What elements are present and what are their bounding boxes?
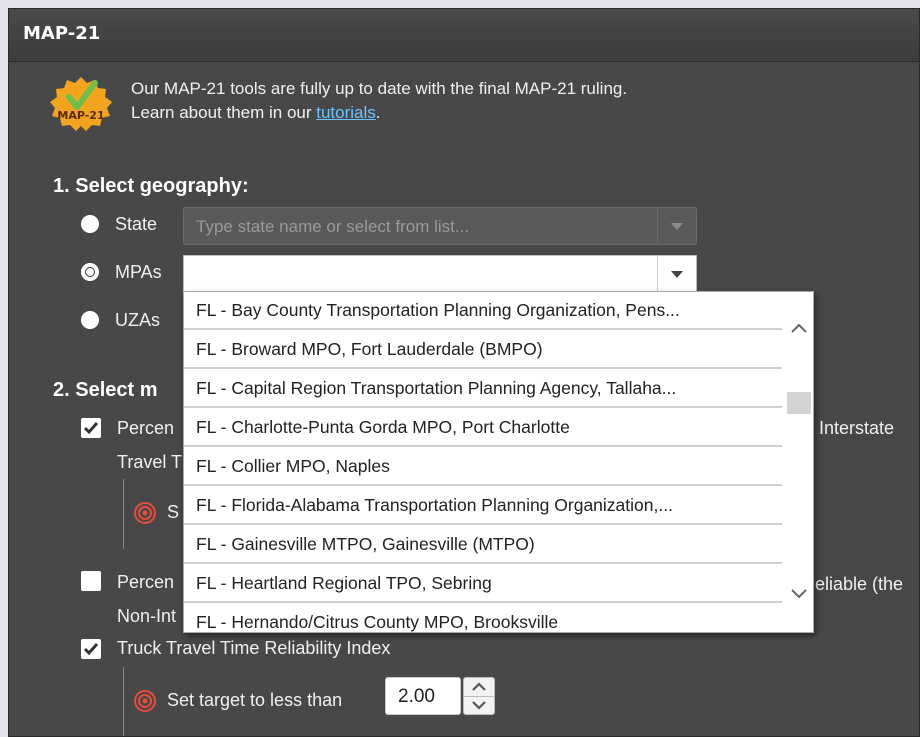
chevron-up-icon — [472, 682, 486, 691]
dropdown-item[interactable]: FL - Charlotte-Punta Gorda MPO, Port Cha… — [184, 409, 782, 447]
measure2-label-line2: Non-Int — [117, 606, 177, 626]
dropdown-item[interactable]: FL - Collier MPO, Naples — [184, 448, 782, 486]
radio-mpas-label: MPAs — [115, 261, 162, 282]
radio-state-label: State — [115, 213, 158, 234]
measure2-label-end: eliable (the — [815, 574, 904, 594]
notice-line2-prefix: Learn about them in our — [131, 103, 317, 122]
measure1-checkbox[interactable] — [81, 418, 101, 438]
measure2-checkbox[interactable] — [81, 571, 101, 591]
radio-state[interactable]: State — [81, 209, 157, 239]
mpa-dropdown-button[interactable] — [657, 256, 696, 292]
radio-mpas-button[interactable] — [81, 263, 99, 281]
chevron-down-icon — [472, 701, 486, 710]
notice-text: Our MAP-21 tools are fully up to date wi… — [131, 77, 627, 125]
measure3-divider — [123, 667, 124, 736]
state-dropdown-button[interactable] — [657, 208, 696, 244]
dropdown-item[interactable]: FL - Broward MPO, Fort Lauderdale (BMPO) — [184, 331, 782, 369]
mpa-input[interactable] — [183, 255, 697, 293]
dropdown-item[interactable]: FL - Florida-Alabama Transportation Plan… — [184, 487, 782, 525]
target-icon — [134, 502, 156, 524]
target-icon — [134, 690, 156, 712]
measure1-label-end: Interstate — [819, 418, 895, 438]
notice-line1: Our MAP-21 tools are fully up to date wi… — [131, 79, 628, 98]
dropdown-item[interactable]: FL - Gainesville MTPO, Gainesville (MTPO… — [184, 526, 782, 564]
target1-label-start: S — [167, 502, 180, 522]
checkmark-icon — [83, 643, 99, 656]
badge-label: MAP-21 — [57, 109, 104, 122]
radio-mpas[interactable]: MPAs — [81, 257, 162, 287]
panel-title: MAP-21 — [23, 23, 101, 44]
section1-title: 1. Select geography: — [53, 175, 249, 197]
map21-panel: MAP-21 MAP-21 Our MAP-21 tools are fully… — [8, 8, 920, 737]
dropdown-item[interactable]: FL - Capital Region Transportation Plann… — [184, 370, 782, 408]
radio-uzas-label: UZAs — [115, 309, 160, 330]
chevron-down-icon — [671, 223, 683, 230]
map21-badge-icon: MAP-21 — [50, 77, 112, 131]
radio-uzas-button[interactable] — [81, 311, 99, 329]
scrollbar-thumb[interactable] — [787, 392, 811, 414]
chevron-down-icon[interactable] — [790, 588, 808, 600]
dropdown-item[interactable]: FL - Bay County Transportation Planning … — [184, 292, 782, 330]
dropdown-item[interactable]: FL - Heartland Regional TPO, Sebring — [184, 565, 782, 603]
spinner-down-button[interactable] — [464, 696, 494, 714]
target3-spinner[interactable] — [463, 677, 495, 715]
target3-label: Set target to less than — [167, 690, 343, 710]
dropdown-scrollbar[interactable] — [785, 292, 813, 632]
target3-value-input[interactable]: 2.00 — [385, 677, 461, 715]
radio-state-button[interactable] — [81, 215, 99, 233]
section2-title: 2. Select m — [53, 379, 158, 401]
state-input-placeholder: Type state name or select from list... — [196, 217, 470, 236]
measure3-checkbox[interactable] — [81, 639, 101, 659]
spinner-up-button[interactable] — [464, 678, 494, 697]
checkmark-icon — [83, 422, 99, 435]
state-input[interactable]: Type state name or select from list... — [183, 207, 697, 245]
notice-line2-suffix: . — [375, 103, 381, 122]
measure3-label: Truck Travel Time Reliability Index — [117, 638, 391, 658]
notice-line2: Learn about them in our tutorials. — [131, 101, 627, 125]
tutorials-link[interactable]: tutorials — [316, 103, 376, 122]
measure1-divider — [123, 479, 124, 549]
dropdown-item[interactable]: FL - Hernando/Citrus County MPO, Brooksv… — [184, 604, 782, 632]
mpa-dropdown-list: FL - Bay County Transportation Planning … — [183, 291, 814, 633]
measure1-label-line2: Travel T — [117, 452, 183, 472]
panel-titlebar: MAP-21 — [9, 9, 919, 62]
measure2-label-start: Percen — [117, 572, 175, 592]
chevron-down-icon — [671, 271, 683, 278]
measure1-label-start: Percen — [117, 418, 175, 438]
radio-uzas[interactable]: UZAs — [81, 305, 160, 335]
chevron-up-icon[interactable] — [790, 322, 808, 334]
target3-value: 2.00 — [398, 686, 435, 707]
